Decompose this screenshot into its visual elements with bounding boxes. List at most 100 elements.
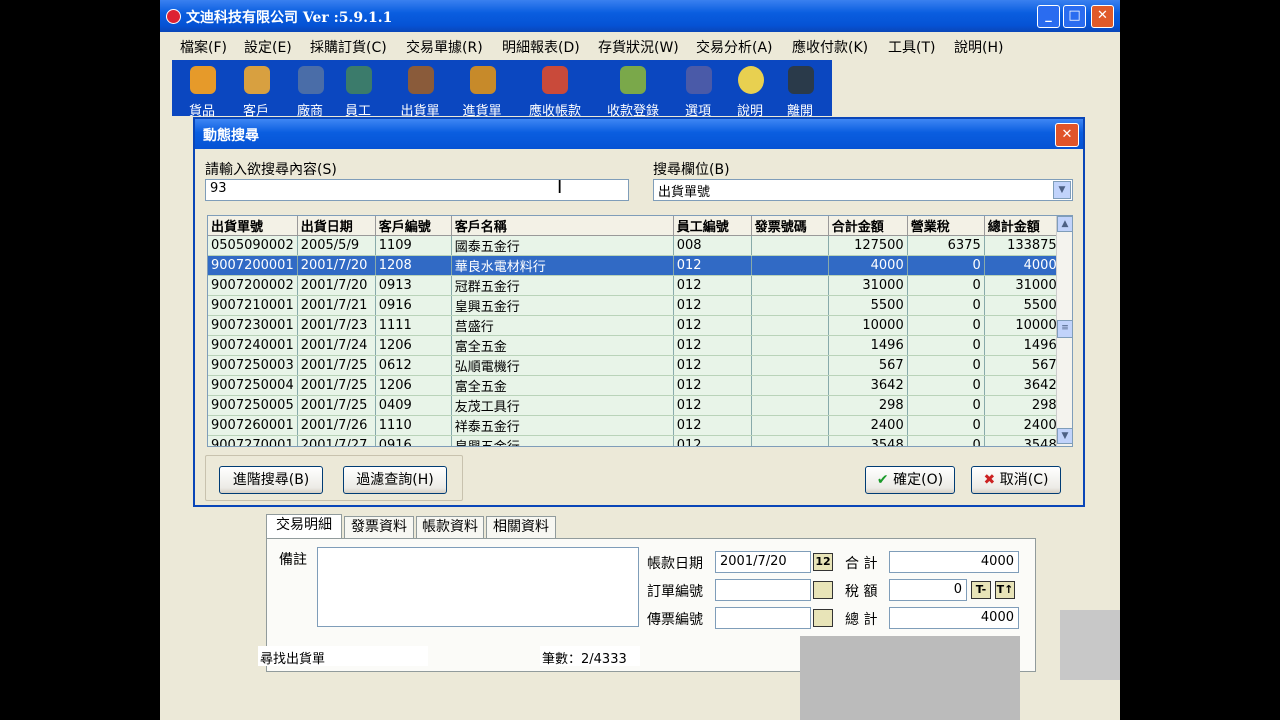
column-header[interactable]: 發票號碼 <box>751 216 829 236</box>
table-cell: 華良水電材料行 <box>451 255 674 276</box>
scroll-thumb[interactable]: ≡ <box>1057 320 1072 338</box>
column-header[interactable]: 客戶編號 <box>375 216 452 236</box>
column-header[interactable]: 出貨日期 <box>297 216 376 236</box>
calculator-icon[interactable] <box>813 609 833 627</box>
table-cell: 0 <box>907 335 985 356</box>
chevron-down-icon[interactable]: ▼ <box>1053 181 1071 199</box>
voucher-field[interactable] <box>715 607 811 629</box>
table-cell: 2001/7/23 <box>297 315 376 336</box>
tab-related[interactable]: 相關資料 <box>486 516 556 539</box>
table-cell: 3642 <box>828 375 908 396</box>
minimize-button[interactable]: _ <box>1037 5 1060 28</box>
menu-help[interactable]: 說明(H) <box>954 37 1003 57</box>
menu-inventory[interactable]: 存貨狀況(W) <box>598 37 679 57</box>
table-cell: 0 <box>907 355 985 376</box>
table-cell: 012 <box>673 255 752 276</box>
table-row[interactable]: 9007250003 2001/7/25 0612 弘順電機行 012 567 0 567 <box>208 355 1061 376</box>
table-cell: 冠群五金行 <box>451 275 674 296</box>
filter-query-button[interactable]: 過濾查詢(H) <box>343 466 447 494</box>
table-row[interactable]: 9007260001 2001/7/26 1110 祥泰五金行 012 2400 0 2400 <box>208 415 1061 436</box>
status-text: 尋找出貨單 <box>260 652 326 667</box>
table-cell <box>751 395 829 416</box>
grid-scrollbar[interactable]: ▲ ≡ ▼ <box>1056 216 1072 446</box>
maximize-button[interactable]: □ <box>1063 5 1086 28</box>
table-cell: 567 <box>828 355 908 376</box>
menu-file[interactable]: 檔案(F) <box>180 37 227 57</box>
toolbar-employee-button[interactable]: 員工 <box>328 60 388 119</box>
column-header[interactable]: 員工編號 <box>673 216 752 236</box>
menu-tools[interactable]: 工具(T) <box>888 37 935 57</box>
table-row[interactable]: 9007240001 2001/7/24 1206 富全五金 012 1496 0 1496 <box>208 335 1061 356</box>
scroll-down-icon[interactable]: ▼ <box>1057 428 1072 444</box>
table-cell: 567 <box>984 355 1061 376</box>
table-cell: 莒盛行 <box>451 315 674 336</box>
calendar-icon[interactable]: 12 <box>813 553 833 571</box>
menu-purchase[interactable]: 採購訂貨(C) <box>310 37 387 57</box>
table-cell: 0913 <box>375 275 452 296</box>
tax-minus-button[interactable]: T- <box>971 581 991 599</box>
checkmark-icon: ✔ <box>876 472 889 488</box>
menu-analysis[interactable]: 交易分析(A) <box>696 37 773 57</box>
toolbar-customer-button[interactable]: 客戶 <box>226 60 286 119</box>
close-window-button[interactable]: ✕ <box>1091 5 1114 28</box>
total-field[interactable]: 4000 <box>889 607 1019 629</box>
table-cell: 3548 <box>984 435 1061 446</box>
folder-icon[interactable] <box>813 581 833 599</box>
menu-reports[interactable]: 明細報表(D) <box>502 37 580 57</box>
date-field[interactable]: 2001/7/20 <box>715 551 811 573</box>
search-field-select[interactable]: 出貨單號 ▼ <box>653 179 1073 201</box>
tax-label: 稅 額 <box>845 584 878 600</box>
table-row[interactable]: 9007250004 2001/7/25 1206 富全五金 012 3642 0 3642 <box>208 375 1061 396</box>
toolbar-shipment-button[interactable]: 出貨單 <box>390 60 450 119</box>
column-header[interactable]: 合計金額 <box>828 216 908 236</box>
table-row[interactable]: 0505090002 2005/5/9 1109 國泰五金行 008 127500 6375… <box>208 235 1061 256</box>
tab-transaction-detail[interactable]: 交易明細 <box>266 514 342 539</box>
render-artifact <box>800 636 1020 720</box>
toolbar-receivable-button[interactable]: 應收帳款 <box>518 60 592 119</box>
toolbar-purchase-button[interactable]: 進貨單 <box>452 60 512 119</box>
table-cell: 0 <box>907 255 985 276</box>
toolbar-payment-button[interactable]: 收款登錄 <box>596 60 670 119</box>
table-cell: 0 <box>907 315 985 336</box>
table-row[interactable]: 9007200002 2001/7/20 0913 冠群五金行 012 31000 0 310… <box>208 275 1061 296</box>
search-field-value: 出貨單號 <box>658 185 711 200</box>
table-cell: 0916 <box>375 295 452 316</box>
scroll-up-icon[interactable]: ▲ <box>1057 216 1072 232</box>
table-cell: 2400 <box>984 415 1061 436</box>
toolbar-options-button[interactable]: 選項 <box>668 60 728 119</box>
app-title: 文迪科技有限公司 Ver :5.9.1.1 <box>186 10 393 26</box>
column-header[interactable]: 客戶名稱 <box>451 216 674 236</box>
column-header[interactable]: 總計金額 <box>984 216 1061 236</box>
table-row[interactable]: 9007200001 2001/7/20 1208 華良水電材料行 012 4000 0 40… <box>208 255 1061 276</box>
table-row[interactable]: 9007250005 2001/7/25 0409 友茂工具行 012 298 0 298 <box>208 395 1061 416</box>
subtotal-field[interactable]: 4000 <box>889 551 1019 573</box>
column-header[interactable]: 營業稅 <box>907 216 985 236</box>
remark-textarea[interactable] <box>317 547 639 627</box>
table-row[interactable]: 9007230001 2001/7/23 1111 莒盛行 012 10000 0 10000 <box>208 315 1061 336</box>
menu-transactions[interactable]: 交易單據(R) <box>406 37 483 57</box>
table-row[interactable]: 9007210001 2001/7/21 0916 皇興五金行 012 5500 0 5500 <box>208 295 1061 316</box>
toolbar-exit-button[interactable]: 離開 <box>770 60 830 119</box>
menu-settings[interactable]: 設定(E) <box>244 37 292 57</box>
tab-invoice[interactable]: 發票資料 <box>344 516 414 539</box>
ok-button[interactable]: ✔ 確定(O) <box>865 466 955 494</box>
cancel-button[interactable]: ✖ 取消(C) <box>971 466 1061 494</box>
table-cell <box>751 275 829 296</box>
table-cell: 1496 <box>984 335 1061 356</box>
table-cell: 2001/7/24 <box>297 335 376 356</box>
search-input[interactable]: 93 <box>205 179 629 201</box>
title-bar: 文迪科技有限公司 Ver :5.9.1.1 _ □ ✕ <box>160 0 1120 32</box>
order-field[interactable] <box>715 579 811 601</box>
menu-payments[interactable]: 應收付款(K) <box>792 37 868 57</box>
toolbar-goods-button[interactable]: 貨品 <box>172 60 232 119</box>
table-cell: 2001/7/21 <box>297 295 376 316</box>
tax-field[interactable]: 0 <box>889 579 967 601</box>
table-row[interactable]: 90072700012001/7/270916皇興五金行012 354803548 <box>208 435 1061 446</box>
table-cell: 012 <box>673 375 752 396</box>
tab-account[interactable]: 帳款資料 <box>416 516 484 539</box>
column-header[interactable]: 出貨單號 <box>208 216 298 236</box>
advanced-search-button[interactable]: 進階搜尋(B) <box>219 466 323 494</box>
dialog-close-button[interactable]: ✕ <box>1055 123 1079 147</box>
table-cell: 友茂工具行 <box>451 395 674 416</box>
tax-plus-button[interactable]: T↑ <box>995 581 1015 599</box>
